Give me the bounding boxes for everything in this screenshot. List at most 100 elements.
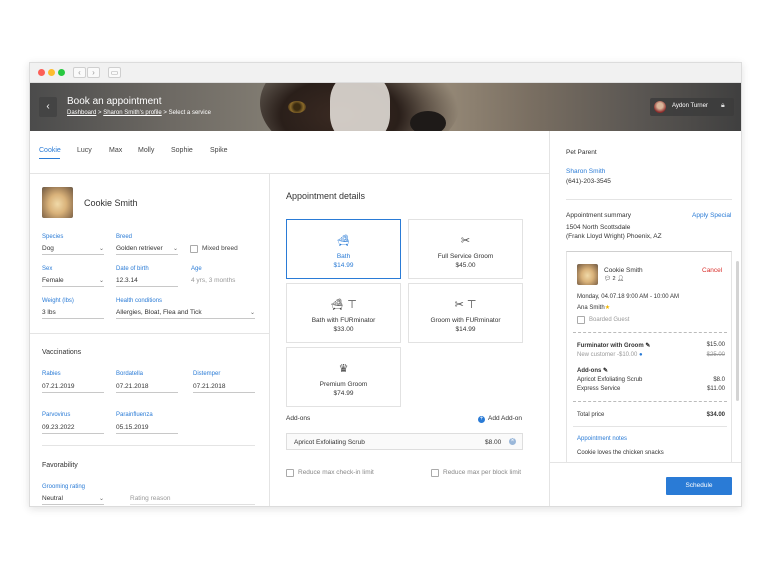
header-banner: ‹ Book an appointment Dashboard > Sharon…: [30, 83, 741, 131]
chevron-down-icon: ⌄: [249, 310, 255, 316]
service-name: Full Service Groom: [437, 253, 494, 260]
species-value: Dog: [42, 245, 54, 252]
grooming-rating-select[interactable]: Neutral ⌄: [42, 494, 104, 505]
species-select[interactable]: Dog ⌄: [42, 244, 104, 255]
favorability-title: Favorability: [42, 462, 78, 469]
maximize-dot[interactable]: [58, 69, 65, 76]
service-name: Premium Groom: [319, 381, 368, 388]
chevron-down-icon: ⌄: [172, 246, 178, 252]
dog-photo-nose: [410, 111, 446, 131]
sex-value: Female: [42, 277, 64, 284]
vaccinations-title: Vaccinations: [42, 349, 82, 356]
scissors-brush-icon: ✂ ⊤: [454, 299, 477, 311]
parvovirus-label: Parvovirus: [42, 412, 71, 418]
bathtub-icon: 🛁︎: [336, 235, 351, 247]
service-card-groom-furminator[interactable]: ✂ ⊤ Groom with FURminator $14.99: [408, 283, 523, 343]
addon-line-name: Apricot Exfoliating Scrub: [577, 377, 643, 383]
addon-line-name: Express Service: [577, 386, 621, 392]
bordatella-label: Bordatella: [116, 371, 144, 377]
breed-value: Golden retriever: [116, 245, 163, 252]
sidebar-toggle-icon[interactable]: ▭: [108, 67, 121, 78]
card-pet-name: Cookie Smith: [604, 267, 643, 274]
parainfluenza-date-input[interactable]: 05.15.2019: [116, 423, 178, 434]
tab-sophie[interactable]: Sophie: [171, 147, 193, 154]
browser-back-icon[interactable]: ‹: [73, 67, 86, 78]
breadcrumb: Dashboard > Sharon Smith's profile > Sel…: [67, 110, 211, 116]
cancel-link[interactable]: Cancel: [702, 267, 722, 274]
chevron-left-icon: ‹: [46, 101, 50, 112]
parent-phone: (641)-203-3545: [566, 178, 611, 185]
service-name: Bath: [336, 253, 351, 260]
boarded-guest-checkbox[interactable]: [577, 316, 585, 324]
tab-spike[interactable]: Spike: [210, 147, 228, 154]
parvovirus-date-input[interactable]: 09.23.2022: [42, 423, 104, 434]
discount-line: New customer -$10.00 ●: [577, 352, 643, 358]
user-menu[interactable]: Aydon Turner 🔒︎: [650, 98, 734, 116]
breadcrumb-profile[interactable]: Sharon Smith's profile: [103, 110, 162, 116]
service-price: $45.00: [455, 262, 476, 269]
breed-select[interactable]: Golden retriever ⌄: [116, 244, 178, 255]
rabies-date-input[interactable]: 07.21.2019: [42, 382, 104, 393]
browser-forward-icon[interactable]: ›: [87, 67, 100, 78]
tab-max[interactable]: Max: [109, 147, 122, 154]
addons-title: Add-ons ✎: [577, 367, 608, 374]
crown-icon: ♛: [338, 363, 349, 375]
add-addon-button[interactable]: + Add Add-on: [478, 415, 522, 423]
add-addon-label: Add Add-on: [488, 415, 522, 422]
age-value: 4 yrs, 3 months: [191, 277, 236, 284]
pencil-icon[interactable]: ✎: [603, 368, 608, 374]
back-button[interactable]: ‹: [39, 97, 57, 117]
reduce-block-checkbox[interactable]: [431, 469, 439, 477]
distemper-date-input[interactable]: 07.21.2018: [193, 382, 255, 393]
weight-label: Weight (lbs): [42, 298, 74, 304]
section-divider: [30, 333, 269, 334]
service-name: Groom with FURminator: [430, 317, 501, 324]
dashed-divider: [573, 401, 727, 402]
tab-molly[interactable]: Molly: [138, 147, 154, 154]
minimize-dot[interactable]: [48, 69, 55, 76]
addon-name: Apricot Exfoliating Scrub: [294, 439, 365, 446]
service-card-bath-furminator[interactable]: 🛁︎ ⊤ Bath with FURminator $33.00: [286, 283, 401, 343]
chat-user-icon: 💬︎ 2 👤︎: [604, 276, 625, 282]
tab-lucy[interactable]: Lucy: [77, 147, 92, 154]
rating-reason-input[interactable]: Rating reason: [130, 494, 255, 505]
browser-chrome: ‹ › ▭: [30, 63, 741, 83]
health-select[interactable]: Allergies, Bloat, Flea and Tick ⌄: [116, 308, 255, 319]
discount-label: New customer -$10.00: [577, 352, 638, 358]
tab-cookie[interactable]: Cookie: [39, 147, 61, 154]
bordatella-date-input[interactable]: 07.21.2018: [116, 382, 178, 393]
groomer-name-text: Ana Smith: [577, 305, 605, 311]
pet-tabs: Cookie Lucy Max Molly Sophie Spike: [30, 131, 549, 174]
sex-select[interactable]: Female ⌄: [42, 276, 104, 287]
chevron-down-icon: ⌄: [98, 246, 104, 252]
rabies-date: 07.21.2019: [42, 383, 75, 390]
rating-reason-placeholder: Rating reason: [130, 495, 171, 502]
browser-window: ‹ › ▭ ‹ Book an appointment Dashboard > …: [29, 62, 742, 507]
notes-text: Cookie loves the chicken snacks: [577, 450, 664, 456]
parent-name-link[interactable]: Sharon Smith: [566, 168, 605, 175]
rabies-label: Rabies: [42, 371, 61, 377]
pencil-icon[interactable]: ✎: [645, 343, 650, 349]
addon-line-price: $11.00: [707, 386, 725, 392]
close-dot[interactable]: [38, 69, 45, 76]
mixed-breed-checkbox[interactable]: [190, 245, 198, 253]
service-card-full-service-groom[interactable]: ✂ Full Service Groom $45.00: [408, 219, 523, 279]
scrollbar[interactable]: [736, 261, 739, 401]
dob-input[interactable]: 12.3.14: [116, 276, 178, 287]
grooming-rating-label: Grooming rating: [42, 484, 86, 490]
bordatella-date: 07.21.2018: [116, 383, 149, 390]
remove-addon-icon[interactable]: ×: [509, 438, 516, 445]
apply-special-link[interactable]: Apply Special: [692, 212, 731, 219]
schedule-button[interactable]: Schedule: [666, 477, 732, 495]
reduce-checkin-checkbox[interactable]: [286, 469, 294, 477]
dashed-divider: [573, 332, 727, 333]
addon-line-price: $8.0: [713, 377, 725, 383]
service-card-bath[interactable]: 🛁︎ Bath $14.99: [286, 219, 401, 279]
dob-value: 12.3.14: [116, 277, 138, 284]
weight-input[interactable]: 3 lbs: [42, 308, 104, 319]
service-card-premium-groom[interactable]: ♛ Premium Groom $74.99: [286, 347, 401, 407]
address-line-1: 1504 North Scottsdale: [566, 224, 631, 231]
breadcrumb-dashboard[interactable]: Dashboard: [67, 110, 96, 116]
parainfluenza-date: 05.15.2019: [116, 424, 149, 431]
pet-name: Cookie Smith: [84, 198, 138, 208]
